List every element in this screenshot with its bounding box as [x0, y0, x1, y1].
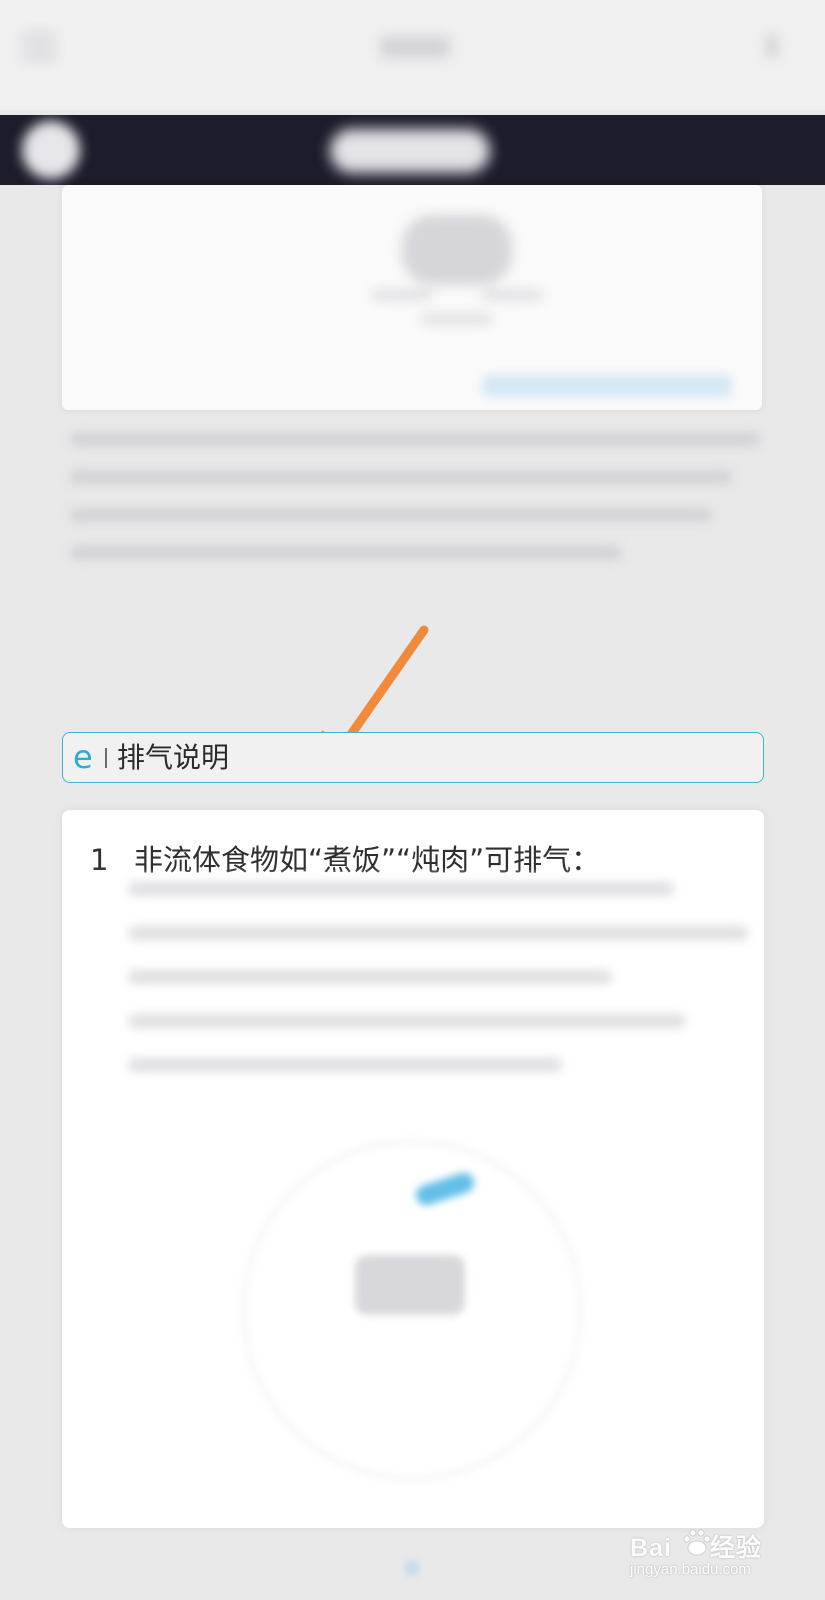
baidu-jingyan-watermark: Bai 经验 jingyan.baidu.com — [630, 1528, 790, 1588]
article-header-band — [0, 115, 825, 185]
page-indicator — [404, 1560, 420, 1576]
watermark-brand-right: 经验 — [709, 1534, 762, 1562]
menu-icon[interactable] — [22, 34, 56, 60]
screen: e 排气说明 1 非流体食物如“煮饭”“炖肉”可排气： Bai 经验 jingy… — [0, 0, 825, 1600]
image-caption-link[interactable] — [482, 375, 732, 397]
section-title: 排气说明 — [117, 741, 230, 774]
more-icon[interactable] — [767, 34, 777, 58]
dial-display — [355, 1255, 465, 1315]
watermark-url: jingyan.baidu.com — [630, 1561, 751, 1578]
top-bar-title — [380, 36, 450, 58]
watermark-brand-left: Bai — [630, 1534, 672, 1562]
baidu-paw-icon — [683, 1529, 711, 1556]
step-card: 1 非流体食物如“煮饭”“炖肉”可排气： — [62, 810, 764, 1528]
dial-indicator — [413, 1170, 477, 1208]
app-top-bar — [0, 0, 825, 110]
blurred-step-text — [128, 882, 748, 1102]
blurred-paragraph — [70, 432, 760, 584]
logo-icon — [22, 121, 80, 179]
cooker-dial-image — [242, 1140, 582, 1480]
header-title-pill — [330, 129, 490, 173]
image-card — [62, 185, 762, 410]
section-heading: e 排气说明 — [62, 732, 764, 783]
e-icon: e — [73, 738, 93, 776]
illustration — [362, 205, 552, 335]
heading-divider — [105, 748, 107, 768]
